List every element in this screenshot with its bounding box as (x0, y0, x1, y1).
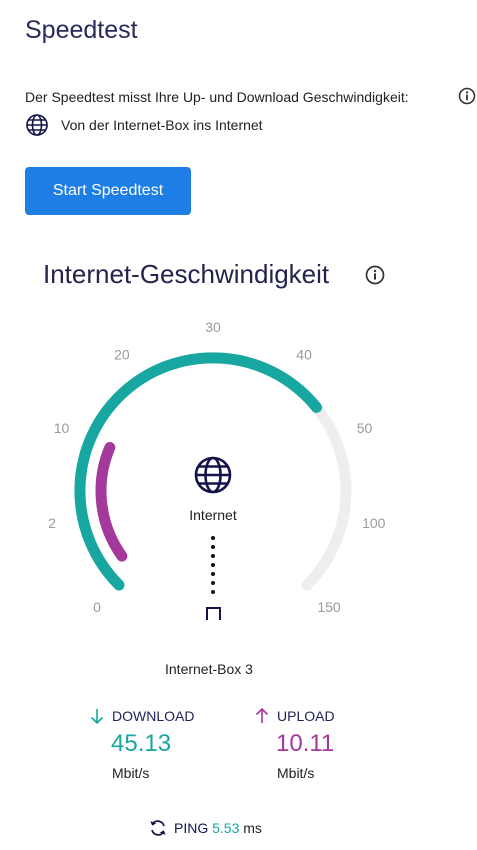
ping-value: 5.53 (212, 820, 240, 836)
ping-label: PING (174, 820, 209, 836)
scale-label: 100 (362, 515, 386, 531)
scale-label: 30 (205, 319, 221, 335)
test-direction: Von der Internet-Box ins Internet (61, 117, 263, 133)
node-box-label: Internet-Box 3 (165, 661, 253, 677)
scale-label: 10 (54, 420, 70, 436)
upload-label: UPLOAD (277, 708, 335, 724)
node-internet-label: Internet (189, 507, 237, 523)
scale-label: 2 (48, 515, 56, 531)
globe-icon (26, 114, 48, 136)
info-icon[interactable] (458, 87, 476, 105)
download-label: DOWNLOAD (112, 708, 195, 724)
speedtest-description: Der Speedtest misst Ihre Up- und Downloa… (25, 89, 409, 105)
page-title: Speedtest (25, 16, 138, 44)
scale-label: 150 (317, 599, 341, 615)
upload-value: 10.11 (276, 730, 335, 757)
scale-label: 0 (93, 599, 101, 615)
upload-unit: Mbit/s (277, 765, 315, 781)
download-unit: Mbit/s (112, 765, 150, 781)
download-arrow-icon (90, 709, 104, 725)
start-speedtest-button[interactable]: Start Speedtest (25, 167, 191, 215)
info-icon[interactable] (365, 265, 385, 285)
internet-globe-icon (194, 456, 232, 494)
scale-label: 20 (114, 347, 130, 363)
download-value: 45.13 (111, 730, 172, 757)
router-icon (206, 607, 221, 620)
speed-heading: Internet-Geschwindigkeit (43, 259, 330, 289)
refresh-icon[interactable] (148, 818, 168, 838)
ping-row: PING 5.53 ms (174, 820, 262, 836)
speed-gauge: 0 2 10 20 30 40 50 100 150 Internet (48, 319, 386, 620)
connection-dots (211, 536, 215, 594)
upload-arc (95, 442, 128, 562)
upload-arrow-icon (255, 707, 269, 723)
scale-label: 50 (357, 420, 373, 436)
ping-unit: ms (243, 820, 262, 836)
scale-label: 40 (296, 347, 312, 363)
